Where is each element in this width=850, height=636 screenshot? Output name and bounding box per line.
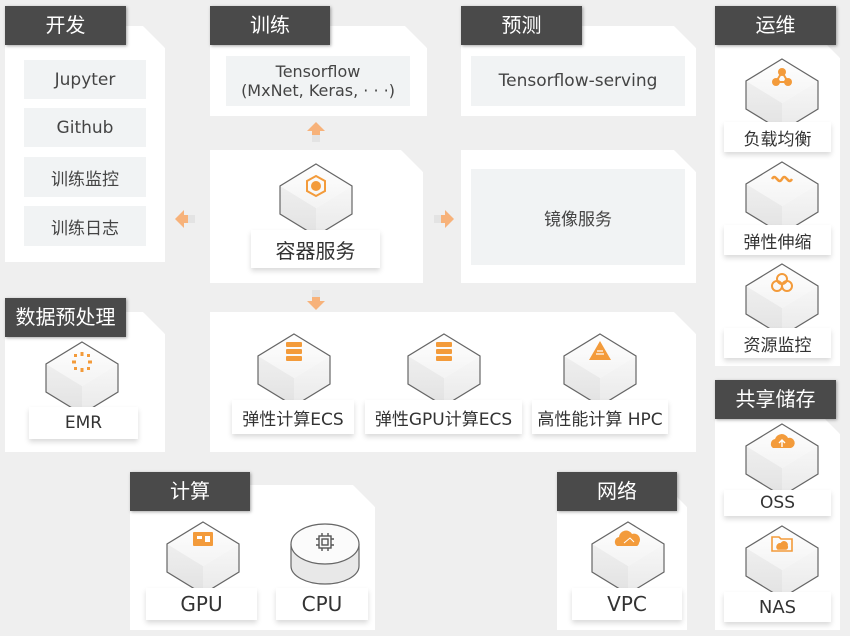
arrow-left-icon — [175, 208, 197, 230]
predict-item-tensorflow-serving[interactable]: Tensorflow-serving — [471, 56, 685, 106]
preprocess-title: 数据预处理 — [5, 298, 126, 337]
ops-label-auto-scaling: 弹性伸缩 — [724, 225, 831, 255]
container-label: 容器服务 — [251, 230, 380, 268]
compute-disk-cpu[interactable] — [285, 518, 365, 598]
ops-label-load-balance: 负载均衡 — [724, 122, 831, 152]
storage-label-oss: OSS — [724, 490, 831, 516]
dev-item-github[interactable]: Github — [24, 108, 146, 147]
compute-cube-gpu-ecs[interactable] — [404, 330, 484, 410]
compute-title: 计算 — [130, 472, 250, 511]
server-icon — [436, 342, 452, 361]
compute-cube-ecs[interactable] — [254, 330, 334, 410]
compute-cube-gpu[interactable] — [163, 518, 243, 598]
compute-label-ecs: 弹性计算ECS — [232, 400, 354, 434]
compute-label-gpu-ecs: 弹性GPU计算ECS — [365, 400, 522, 434]
arrow-down-icon — [305, 288, 327, 310]
network-label-vpc: VPC — [572, 588, 682, 620]
storage-title: 共享储存 — [715, 380, 836, 419]
compute-label-hpc: 高性能计算 HPC — [532, 400, 668, 434]
compute-label-cpu: CPU — [276, 588, 368, 620]
arrow-up-icon — [305, 122, 327, 144]
compute-cube-hpc[interactable] — [560, 330, 640, 410]
container-cube[interactable] — [276, 160, 356, 240]
network-title: 网络 — [557, 472, 677, 511]
preprocess-label-emr: EMR — [29, 407, 138, 439]
dev-item-training-monitor[interactable]: 训练监控 — [24, 157, 146, 197]
network-cube-vpc[interactable] — [588, 518, 668, 598]
gpu-icon — [193, 532, 213, 546]
train-title: 训练 — [210, 6, 330, 45]
preprocess-cube-emr[interactable] — [42, 338, 122, 418]
ops-label-resource-monitor: 资源监控 — [724, 328, 831, 358]
image-service-item[interactable]: 镜像服务 — [471, 169, 685, 265]
server-icon — [286, 342, 302, 361]
dev-item-training-log[interactable]: 训练日志 — [24, 206, 146, 246]
storage-cube-oss[interactable] — [742, 420, 822, 500]
storage-cube-nas[interactable] — [742, 522, 822, 602]
storage-label-nas: NAS — [724, 592, 831, 622]
ops-title: 运维 — [715, 6, 836, 45]
dev-item-jupyter[interactable]: Jupyter — [24, 60, 146, 99]
predict-title: 预测 — [461, 6, 582, 45]
train-line-2: (MxNet, Keras, · · ·) — [241, 81, 395, 100]
compute-label-gpu: GPU — [146, 588, 257, 620]
train-line-1: Tensorflow — [275, 62, 361, 81]
arrow-right-icon — [432, 208, 454, 230]
train-framework-box[interactable]: Tensorflow (MxNet, Keras, · · ·) — [226, 56, 410, 106]
dev-title: 开发 — [5, 6, 126, 45]
